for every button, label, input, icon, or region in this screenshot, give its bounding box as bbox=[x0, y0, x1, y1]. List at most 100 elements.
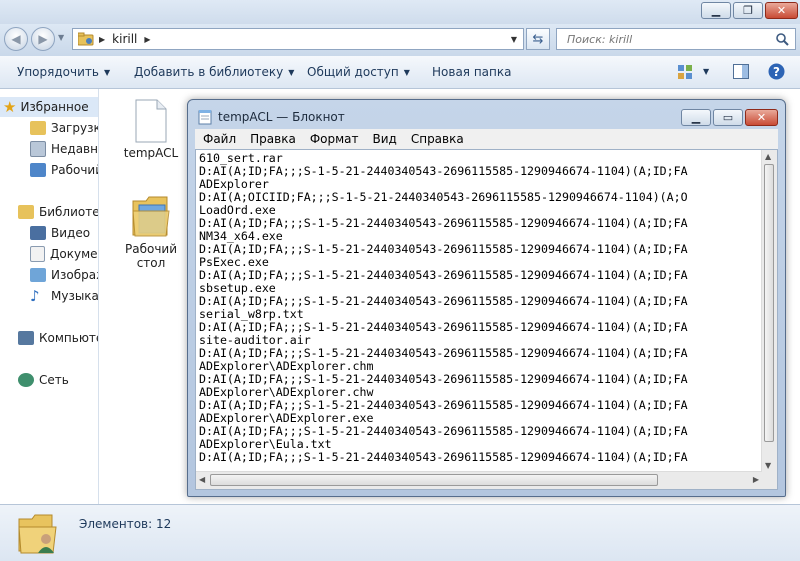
nav-label: Изображения bbox=[51, 268, 98, 282]
forward-arrow-icon: ▶ bbox=[38, 32, 48, 46]
new-folder-label: Новая папка bbox=[432, 65, 512, 79]
editor-line: D:AI(A;ID;FA;;;S-1-5-21-2440340543-26961… bbox=[199, 450, 688, 464]
notepad-maximize-button[interactable]: ▭ bbox=[713, 109, 743, 126]
nav-item-video[interactable]: Видео bbox=[30, 223, 90, 243]
network-icon bbox=[18, 373, 34, 387]
organize-button[interactable]: Упорядочить ▼ bbox=[17, 65, 110, 79]
desktop-icon bbox=[30, 163, 46, 177]
documents-icon bbox=[30, 246, 45, 262]
address-dropdown-icon[interactable]: ▼ bbox=[511, 35, 517, 44]
restore-icon: ❐ bbox=[743, 4, 753, 17]
search-box[interactable] bbox=[556, 28, 796, 50]
view-options-icon[interactable] bbox=[678, 65, 694, 79]
recent-places-icon bbox=[30, 141, 46, 157]
new-folder-button[interactable]: Новая папка bbox=[432, 65, 511, 79]
add-to-library-button[interactable]: Добавить в библиотеку ▼ bbox=[134, 65, 294, 79]
desktop-folder-icon bbox=[132, 196, 170, 237]
libraries-icon bbox=[18, 205, 34, 219]
nav-label: Видео bbox=[51, 226, 91, 240]
breadcrumb-item[interactable]: kirill bbox=[112, 32, 137, 46]
recent-pages-chevron-icon[interactable]: ▼ bbox=[58, 33, 64, 42]
help-icon[interactable]: ? bbox=[768, 63, 785, 80]
nav-item-network[interactable]: Сеть bbox=[18, 370, 69, 390]
details-pane: Элементов: 12 bbox=[0, 504, 800, 561]
address-row: ◀ ▶ ▼ ▶ kirill ▶ ▼ ⇆ bbox=[0, 24, 800, 56]
menu-view[interactable]: Вид bbox=[373, 132, 397, 146]
computer-icon bbox=[18, 331, 34, 345]
breadcrumb-separator-icon[interactable]: ▶ bbox=[99, 35, 105, 44]
nav-label: Сеть bbox=[39, 373, 69, 387]
nav-label: Рабочий стол bbox=[51, 163, 99, 177]
nav-label: Документы bbox=[50, 247, 98, 261]
nav-item-desktop[interactable]: Рабочий стол bbox=[30, 160, 99, 180]
editor-line: D:AI(A;OICIID;FA;;;S-1-5-21-2440340543-2… bbox=[199, 190, 688, 204]
breadcrumb-separator-icon[interactable]: ▶ bbox=[144, 35, 150, 44]
close-icon: ✕ bbox=[776, 4, 787, 17]
item-count: Элементов: 12 bbox=[79, 517, 172, 531]
share-label: Общий доступ bbox=[307, 65, 399, 79]
horizontal-scroll-thumb[interactable] bbox=[210, 474, 658, 486]
text-editor[interactable]: 610_sert.rar D:AI(A;ID;FA;;;S-1-5-21-2440… bbox=[195, 149, 778, 490]
file-item[interactable]: tempACL bbox=[119, 99, 183, 160]
navigation-pane: ★ Избранное Загрузки Недавние места Рабо… bbox=[0, 89, 99, 504]
nav-item-computer[interactable]: Компьютер bbox=[18, 328, 98, 348]
vertical-scroll-thumb[interactable] bbox=[764, 164, 774, 442]
view-chevron-down-icon[interactable]: ▼ bbox=[703, 67, 709, 76]
file-item[interactable]: Рабочий стол bbox=[119, 193, 183, 270]
back-button[interactable]: ◀ bbox=[4, 27, 28, 51]
editor-text[interactable]: 610_sert.rar D:AI(A;ID;FA;;;S-1-5-21-2440… bbox=[199, 152, 759, 467]
nav-item-recent-places[interactable]: Недавние места bbox=[30, 139, 98, 159]
menu-format[interactable]: Формат bbox=[310, 132, 359, 146]
video-icon bbox=[30, 226, 46, 240]
search-input[interactable] bbox=[565, 31, 769, 47]
share-button[interactable]: Общий доступ ▼ bbox=[307, 65, 410, 79]
text-file-icon bbox=[135, 99, 167, 143]
close-icon: ✕ bbox=[756, 111, 767, 124]
close-button[interactable]: ✕ bbox=[765, 2, 798, 19]
scroll-down-icon[interactable]: ▼ bbox=[765, 461, 771, 470]
scroll-corner bbox=[762, 472, 777, 489]
chevron-down-icon: ▼ bbox=[403, 68, 410, 77]
refresh-button[interactable]: ⇆ bbox=[526, 28, 550, 50]
star-icon: ★ bbox=[3, 98, 17, 116]
menu-file[interactable]: Файл bbox=[203, 132, 236, 146]
editor-line: D:AI(A;ID;FA;;;S-1-5-21-2440340543-26961… bbox=[199, 216, 688, 230]
nav-label: Избранное bbox=[20, 100, 89, 114]
notepad-close-button[interactable]: ✕ bbox=[745, 109, 778, 126]
maximize-button[interactable]: ❐ bbox=[733, 2, 763, 19]
chevron-down-icon: ▼ bbox=[103, 68, 111, 77]
nav-item-downloads[interactable]: Загрузки bbox=[30, 118, 98, 138]
minimize-icon: ▁ bbox=[691, 111, 701, 124]
images-icon bbox=[30, 268, 46, 282]
minimize-button[interactable]: ▁ bbox=[701, 2, 731, 19]
user-folder-icon bbox=[18, 514, 57, 554]
downloads-folder-icon bbox=[30, 121, 46, 135]
svg-text:?: ? bbox=[773, 65, 780, 79]
search-icon[interactable] bbox=[776, 32, 789, 46]
nav-item-music[interactable]: ♪ Музыка bbox=[30, 286, 98, 306]
back-arrow-icon: ◀ bbox=[11, 32, 21, 46]
forward-button[interactable]: ▶ bbox=[31, 27, 55, 51]
notepad-minimize-button[interactable]: ▁ bbox=[681, 109, 711, 126]
notepad-window[interactable]: tempACL — Блокнот ▁ ▭ ✕ Файл Правка Форм… bbox=[187, 99, 786, 497]
scroll-right-icon[interactable]: ▶ bbox=[753, 475, 759, 484]
nav-label: Библиотеки bbox=[39, 205, 99, 219]
scroll-left-icon[interactable]: ◀ bbox=[199, 475, 205, 484]
chevron-down-icon: ▼ bbox=[288, 68, 295, 77]
vertical-scrollbar[interactable]: ▲ ▼ bbox=[761, 150, 777, 472]
menu-help[interactable]: Справка bbox=[411, 132, 464, 146]
scroll-up-icon[interactable]: ▲ bbox=[765, 152, 771, 161]
editor-line: D:AI(A;ID;FA;;;S-1-5-21-2440340543-26961… bbox=[199, 242, 688, 256]
minimize-icon: ▁ bbox=[711, 4, 721, 17]
nav-item-favorites[interactable]: ★ Избранное bbox=[0, 97, 98, 117]
horizontal-scrollbar[interactable]: ◀ ▶ bbox=[196, 471, 762, 489]
add-to-library-label: Добавить в библиотеку bbox=[134, 65, 284, 79]
nav-label: Недавние места bbox=[51, 142, 98, 156]
nav-item-libraries[interactable]: Библиотеки bbox=[18, 202, 99, 222]
address-bar[interactable]: ▶ kirill ▶ ▼ bbox=[72, 28, 524, 50]
nav-item-documents[interactable]: Документы bbox=[30, 244, 98, 264]
nav-item-images[interactable]: Изображения bbox=[30, 265, 98, 285]
command-bar: Упорядочить ▼ Добавить в библиотеку ▼ Общи… bbox=[0, 56, 800, 89]
preview-pane-icon[interactable] bbox=[733, 64, 749, 79]
menu-edit[interactable]: Правка bbox=[250, 132, 296, 146]
